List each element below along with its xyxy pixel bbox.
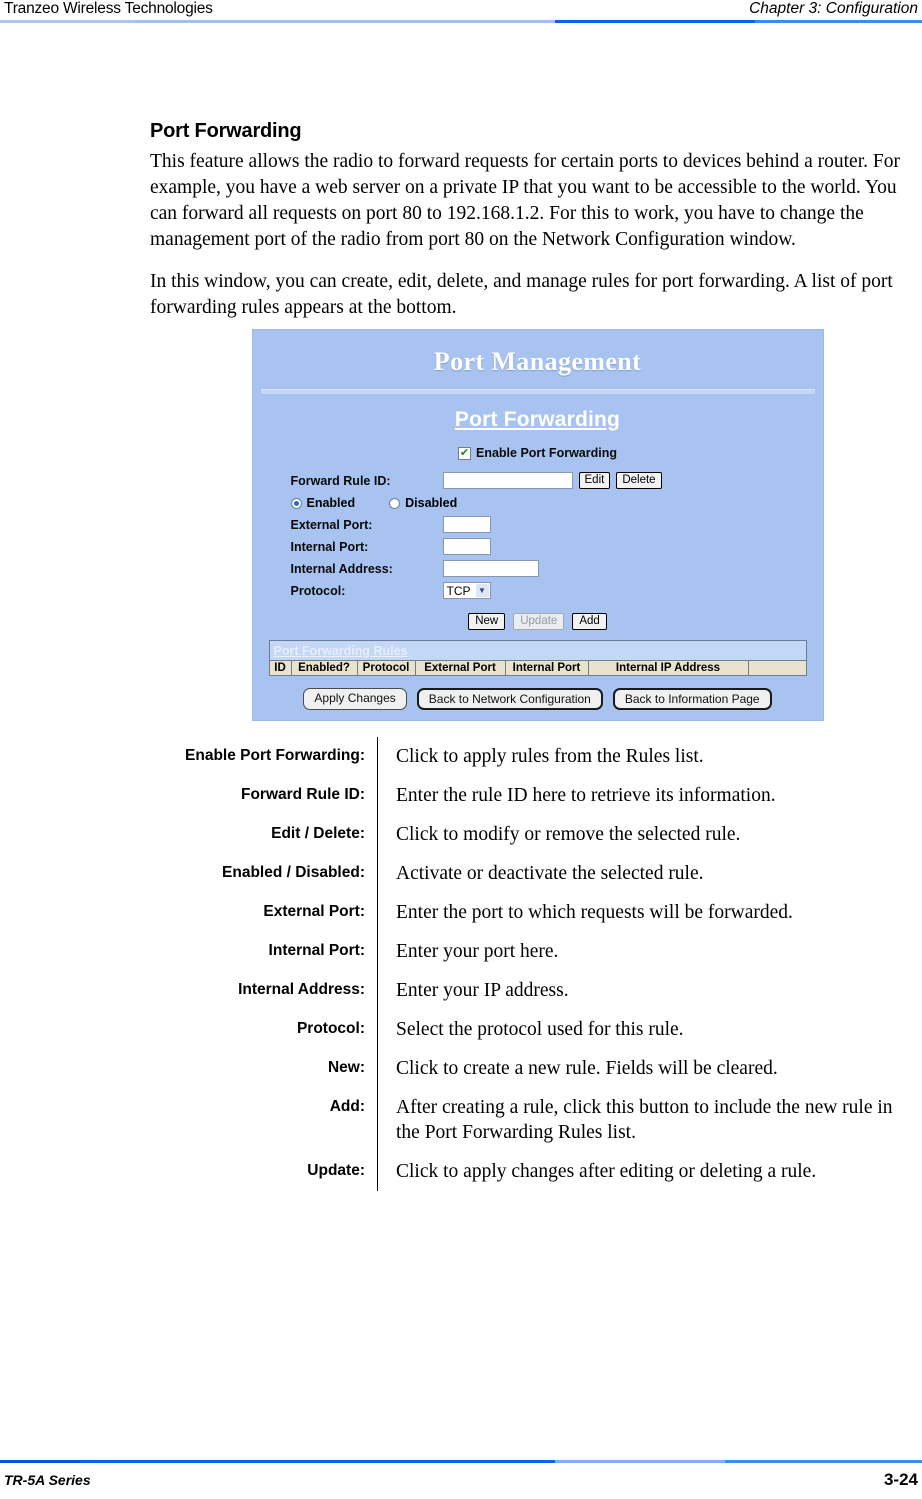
forward-rule-id-input[interactable] bbox=[442, 472, 573, 489]
update-button: Update bbox=[513, 613, 565, 630]
table-row: Edit / Delete: Click to modify or remove… bbox=[157, 815, 918, 854]
definition-description: Enter the rule ID here to retrieve its i… bbox=[396, 785, 776, 806]
protocol-label: Protocol: bbox=[290, 583, 346, 598]
enabled-radio-label: Enabled bbox=[306, 496, 356, 510]
record-action-buttons: New Update Add bbox=[253, 613, 823, 630]
column-header-id: ID bbox=[269, 661, 292, 675]
page-title: Port Forwarding bbox=[150, 120, 302, 142]
forward-rule-id-label: Forward Rule ID: bbox=[290, 473, 391, 488]
column-header-external-port: External Port bbox=[415, 661, 506, 675]
external-port-input[interactable] bbox=[442, 516, 491, 533]
table-row: Internal Port: Enter your port here. bbox=[157, 932, 918, 971]
intro-paragraph-2: In this window, you can create, edit, de… bbox=[150, 271, 893, 318]
header-chapter-title: Chapter 3: Configuration bbox=[749, 0, 918, 17]
definition-term: Protocol: bbox=[157, 1010, 378, 1049]
back-to-information-page-button[interactable]: Back to Information Page bbox=[612, 688, 772, 710]
forward-rule-id-row: Forward Rule ID: Edit Delete bbox=[291, 472, 823, 489]
running-footer: TR-5A Series 3-24 bbox=[0, 1460, 922, 1499]
apply-changes-button[interactable]: Apply Changes bbox=[303, 688, 407, 710]
table-row: New: Click to create a new rule. Fields … bbox=[157, 1049, 918, 1088]
column-header-internal-ip: Internal IP Address bbox=[588, 661, 749, 675]
page-content: Port Forwarding This feature allows the … bbox=[150, 120, 922, 1191]
port-forwarding-rules-table: Port Forwarding Rules ID Enabled? Protoc… bbox=[268, 640, 807, 676]
enable-port-forwarding-label: Enable Port Forwarding bbox=[476, 446, 617, 460]
internal-address-row: Internal Address: bbox=[291, 560, 823, 577]
internal-port-input[interactable] bbox=[442, 538, 491, 555]
section-heading-port-forwarding: Port Forwarding bbox=[454, 408, 621, 431]
table-row: Enabled / Disabled: Activate or deactiva… bbox=[157, 854, 918, 893]
definition-description: Click to apply changes after editing or … bbox=[396, 1161, 817, 1182]
definition-term: Enable Port Forwarding: bbox=[157, 737, 378, 776]
definition-description: Select the protocol used for this rule. bbox=[396, 1019, 684, 1040]
external-port-label: External Port: bbox=[290, 517, 373, 532]
enable-port-forwarding-row: ✔ Enable Port Forwarding bbox=[253, 446, 823, 460]
definition-term: New: bbox=[157, 1049, 378, 1088]
internal-port-row: Internal Port: bbox=[291, 538, 823, 555]
column-header-internal-port: Internal Port bbox=[505, 661, 589, 675]
state-radio-row: Enabled Disabled bbox=[290, 496, 823, 510]
rules-table-header-row: ID Enabled? Protocol External Port Inter… bbox=[269, 660, 806, 675]
definition-term: Update: bbox=[157, 1152, 378, 1191]
protocol-row: Protocol: TCP ▼ bbox=[291, 582, 823, 599]
delete-button[interactable]: Delete bbox=[616, 472, 662, 489]
definition-description: Enter the port to which requests will be… bbox=[396, 902, 793, 923]
definition-term: Edit / Delete: bbox=[157, 815, 378, 854]
back-to-network-configuration-button[interactable]: Back to Network Configuration bbox=[416, 688, 603, 710]
definition-description: Click to create a new rule. Fields will … bbox=[396, 1058, 778, 1079]
definition-term: Enabled / Disabled: bbox=[157, 854, 378, 893]
running-header: Tranzeo Wireless Technologies Chapter 3:… bbox=[0, 0, 922, 24]
table-row: Protocol: Select the protocol used for t… bbox=[157, 1010, 918, 1049]
protocol-select[interactable]: TCP ▼ bbox=[442, 582, 491, 599]
definition-description: Enter your port here. bbox=[396, 941, 559, 962]
protocol-selected-value: TCP bbox=[446, 583, 471, 598]
chevron-down-icon[interactable]: ▼ bbox=[475, 584, 489, 597]
header-company-name: Tranzeo Wireless Technologies bbox=[4, 0, 213, 17]
new-button[interactable]: New bbox=[468, 613, 506, 630]
checkmark-icon: ✔ bbox=[459, 446, 470, 459]
internal-address-label: Internal Address: bbox=[290, 561, 393, 576]
port-forwarding-form: Forward Rule ID: Edit Delete Enabled Dis… bbox=[253, 472, 823, 599]
intro-paragraph-1: This feature allows the radio to forward… bbox=[150, 151, 900, 250]
definition-description: Activate or deactivate the selected rule… bbox=[396, 863, 704, 884]
column-header-protocol: Protocol bbox=[357, 661, 416, 675]
enable-port-forwarding-checkbox[interactable]: ✔ bbox=[458, 446, 471, 460]
edit-button[interactable]: Edit bbox=[578, 472, 611, 489]
column-header-spacer bbox=[748, 661, 806, 675]
header-divider-rule bbox=[0, 20, 922, 23]
disabled-radio[interactable] bbox=[389, 497, 401, 509]
definition-description: Click to apply rules from the Rules list… bbox=[396, 746, 704, 767]
footer-series-name: TR-5A Series bbox=[4, 1472, 91, 1488]
field-definitions-table: Enable Port Forwarding: Click to apply r… bbox=[157, 737, 918, 1191]
column-header-enabled: Enabled? bbox=[291, 661, 358, 675]
rules-table-title: Port Forwarding Rules bbox=[273, 644, 408, 658]
add-button[interactable]: Add bbox=[572, 613, 607, 630]
footer-page-number: 3-24 bbox=[883, 1470, 918, 1489]
disabled-radio-label: Disabled bbox=[405, 496, 458, 510]
table-row: External Port: Enter the port to which r… bbox=[157, 893, 918, 932]
definition-description: Click to modify or remove the selected r… bbox=[396, 824, 741, 845]
table-row: Add: After creating a rule, click this b… bbox=[157, 1088, 918, 1152]
definition-description: After creating a rule, click this button… bbox=[396, 1097, 893, 1143]
port-management-window-screenshot: Port Management Port Forwarding ✔ Enable… bbox=[251, 329, 824, 721]
table-row: Forward Rule ID: Enter the rule ID here … bbox=[157, 776, 918, 815]
footer-divider-rule bbox=[0, 1460, 922, 1463]
definition-term: Internal Port: bbox=[157, 932, 378, 971]
internal-port-label: Internal Port: bbox=[290, 539, 369, 554]
window-title-divider bbox=[260, 389, 815, 394]
definition-description: Enter your IP address. bbox=[396, 980, 569, 1001]
definition-term: External Port: bbox=[157, 893, 378, 932]
window-title: Port Management bbox=[433, 347, 642, 376]
definition-term: Internal Address: bbox=[157, 971, 378, 1010]
table-row: Enable Port Forwarding: Click to apply r… bbox=[157, 737, 918, 776]
external-port-row: External Port: bbox=[291, 516, 823, 533]
navigation-buttons: Apply Changes Back to Network Configurat… bbox=[253, 688, 823, 710]
table-row: Update: Click to apply changes after edi… bbox=[157, 1152, 918, 1191]
enabled-radio[interactable] bbox=[290, 497, 302, 509]
table-row: Internal Address: Enter your IP address. bbox=[157, 971, 918, 1010]
definition-term: Add: bbox=[157, 1088, 378, 1152]
definition-term: Forward Rule ID: bbox=[157, 776, 378, 815]
internal-address-input[interactable] bbox=[442, 560, 539, 577]
